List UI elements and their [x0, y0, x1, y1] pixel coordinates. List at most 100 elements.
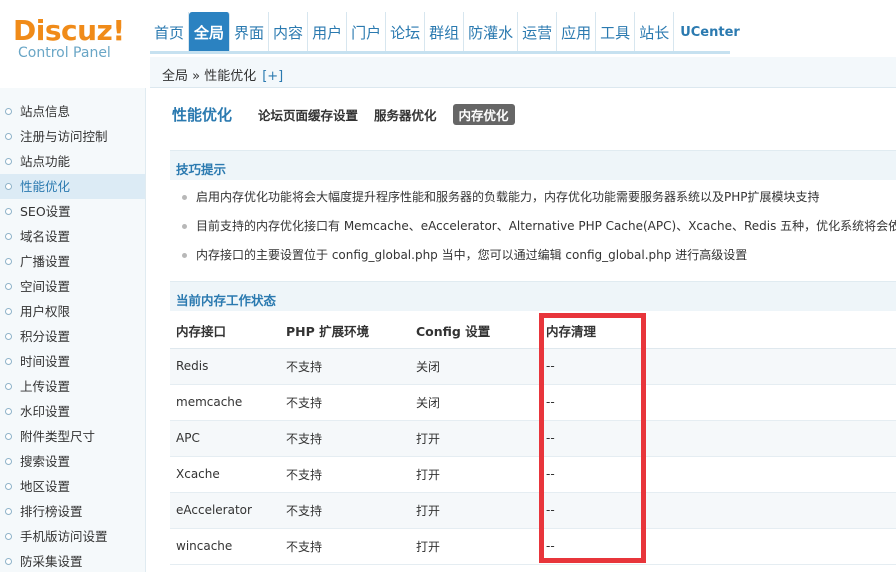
sidebar-item[interactable]: 防采集设置 [0, 549, 145, 572]
circle-bullet-icon [5, 558, 12, 565]
sidebar-item[interactable]: SEO设置 [0, 199, 145, 224]
sidebar-item[interactable]: 搜索设置 [0, 449, 145, 474]
cell-memory-clear[interactable]: -- [540, 528, 896, 565]
page-title: 性能优化 [172, 105, 233, 124]
table-body: Redis 不支持 关闭 -- memcache 不支持 关闭 -- APC 不支持 打开 -- Xca… [170, 348, 896, 565]
circle-bullet-icon [5, 458, 12, 465]
sidebar-item[interactable]: 广播设置 [0, 249, 145, 274]
table-header-row: 内存接口 PHP 扩展环境 Config 设置 内存清理 [170, 314, 896, 349]
sidebar-item[interactable]: 站点信息 [0, 99, 145, 124]
nav-item-6[interactable]: 论坛 [386, 12, 426, 52]
header: Discuz! Control Panel 首页 全局 界面 内容 用户 门户 论坛 群组 防灌… [0, 0, 896, 61]
sidebar-item[interactable]: 时间设置 [0, 349, 145, 374]
sidebar-item-label: 附件类型尺寸 [20, 429, 96, 444]
cell-memory-clear[interactable]: -- [540, 348, 896, 385]
nav-item-10[interactable]: 应用 [557, 12, 597, 52]
cell-config: 打开 [410, 420, 540, 457]
nav-item-5[interactable]: 门户 [347, 12, 387, 52]
sidebar-item[interactable]: 地区设置 [0, 474, 145, 499]
sidebar-item-label: 地区设置 [20, 479, 71, 494]
cell-config: 打开 [410, 456, 540, 493]
circle-bullet-icon [5, 483, 12, 490]
cell-config: 关闭 [410, 384, 540, 421]
nav-item-11[interactable]: 工具 [596, 12, 636, 52]
logo[interactable]: Discuz! Control Panel [13, 14, 143, 61]
sidebar-item-label: 注册与访问控制 [20, 129, 108, 144]
sidebar-item[interactable]: 积分设置 [0, 324, 145, 349]
cell-config: 打开 [410, 528, 540, 565]
cell-memory-clear[interactable]: -- [540, 384, 896, 421]
nav-item-2[interactable]: 界面 [230, 12, 270, 52]
circle-bullet-icon [5, 408, 12, 415]
nav-item-3[interactable]: 内容 [269, 12, 309, 52]
circle-bullet-icon [5, 283, 12, 290]
circle-bullet-icon [5, 358, 12, 365]
sidebar-item[interactable]: 性能优化 [0, 174, 145, 199]
cell-interface: memcache [170, 384, 280, 421]
sidebar-item[interactable]: 域名设置 [0, 224, 145, 249]
cell-php-ext: 不支持 [280, 348, 410, 385]
nav-item-12[interactable]: 站长 [635, 12, 675, 52]
sidebar-item[interactable]: 注册与访问控制 [0, 124, 145, 149]
sidebar-item[interactable]: 附件类型尺寸 [0, 424, 145, 449]
sidebar-item-label: 手机版访问设置 [20, 529, 108, 544]
sidebar-item-label: 水印设置 [20, 404, 71, 419]
memory-status-table: 内存接口 PHP 扩展环境 Config 设置 内存清理 Redis 不支持 关闭 -… [170, 314, 896, 565]
tips-heading-label: 技巧提示 [176, 162, 227, 177]
sidebar-item[interactable]: 空间设置 [0, 274, 145, 299]
sidebar-item-label: 空间设置 [20, 279, 71, 294]
col-interface: 内存接口 [170, 314, 280, 349]
cell-memory-clear[interactable]: -- [540, 492, 896, 529]
sidebar-item-label: 广播设置 [20, 254, 71, 269]
table-row: eAccelerator 不支持 打开 -- [170, 492, 896, 529]
sidebar-item-label: 上传设置 [20, 379, 71, 394]
breadcrumb-text: 全局 » 性能优化 [162, 69, 257, 84]
sidebar-item[interactable]: 上传设置 [0, 374, 145, 399]
nav-item-0[interactable]: 首页 [150, 12, 190, 52]
sidebar-item-label: 站点功能 [20, 154, 71, 169]
nav-item-4[interactable]: 用户 [308, 12, 348, 52]
sidebar-item[interactable]: 站点功能 [0, 149, 145, 174]
nav-item-8[interactable]: 防灌水 [464, 12, 519, 52]
circle-bullet-icon [5, 333, 12, 340]
cell-interface: Xcache [170, 456, 280, 493]
sidebar-item[interactable]: 水印设置 [0, 399, 145, 424]
nav-item-7[interactable]: 群组 [425, 12, 465, 52]
tip-text: 目前支持的内存优化接口有 Memcache、eAccelerator、Alter… [196, 219, 896, 233]
circle-bullet-icon [5, 533, 12, 540]
table-row: wincache 不支持 打开 -- [170, 528, 896, 565]
sidebar-item-label: SEO设置 [20, 204, 71, 219]
sidebar: 站点信息注册与访问控制 站点功能性能优化 SEO设置域名设置广播设置空间设置用户权限… [0, 88, 146, 572]
sidebar-item[interactable]: 用户权限 [0, 299, 145, 324]
cell-config: 打开 [410, 492, 540, 529]
breadcrumb: 全局 » 性能优化 [+] [162, 65, 283, 84]
breadcrumb-add-shortcut[interactable]: [+] [262, 69, 283, 84]
bullet-icon [182, 224, 187, 229]
nav-item-13[interactable]: UCenter [674, 12, 746, 52]
table-row: Xcache 不支持 打开 -- [170, 456, 896, 493]
circle-bullet-icon [5, 208, 12, 215]
cell-memory-clear[interactable]: -- [540, 420, 896, 457]
nav-item-1[interactable]: 全局 [189, 12, 231, 52]
sidebar-item[interactable]: 排行榜设置 [0, 499, 145, 524]
status-heading-label: 当前内存工作状态 [176, 293, 277, 308]
sidebar-item[interactable]: 手机版访问设置 [0, 524, 145, 549]
circle-bullet-icon [5, 308, 12, 315]
circle-bullet-icon [5, 233, 12, 240]
tab-forum-cache[interactable]: 论坛页面缓存设置 [258, 105, 358, 124]
tab-memory-optimize[interactable]: 内存优化 [452, 103, 515, 125]
col-config: Config 设置 [410, 314, 540, 349]
sidebar-list: 站点信息注册与访问控制 站点功能性能优化 SEO设置域名设置广播设置空间设置用户权限… [0, 88, 145, 572]
sidebar-item-label: 用户权限 [20, 304, 71, 319]
cell-memory-clear[interactable]: -- [540, 456, 896, 493]
col-memory-clear: 内存清理 [540, 314, 896, 349]
cell-php-ext: 不支持 [280, 456, 410, 493]
bullet-icon [182, 195, 187, 200]
table-row: APC 不支持 打开 -- [170, 420, 896, 457]
tip-item: 目前支持的内存优化接口有 Memcache、eAccelerator、Alter… [170, 212, 896, 241]
nav-underline [150, 51, 730, 54]
circle-bullet-icon [5, 158, 12, 165]
tab-server-optimize[interactable]: 服务器优化 [374, 105, 437, 124]
circle-bullet-icon [5, 258, 12, 265]
nav-item-9[interactable]: 运营 [518, 12, 558, 52]
